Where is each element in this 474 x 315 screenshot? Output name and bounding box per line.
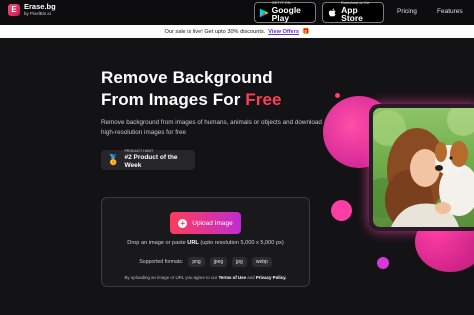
- brand-logo-link[interactable]: E Erase.bg by PixelBin.io: [8, 3, 56, 16]
- supported-formats: Supported formats: png jpeg jpg webp: [101, 257, 310, 267]
- hero-title-line1: Remove Background: [101, 68, 273, 87]
- brand-name: Erase.bg: [24, 2, 56, 11]
- terms-of-use-link[interactable]: Terms of Use: [219, 275, 247, 280]
- hero-description: Remove background from images of humans,…: [101, 119, 322, 136]
- decor-dot-small: [335, 93, 340, 98]
- hero-image-frame: [369, 104, 474, 231]
- apple-icon: [328, 7, 336, 16]
- app-store-button[interactable]: Download on the App Store: [322, 1, 384, 24]
- drop-prefix: Drop an image or paste: [127, 240, 188, 246]
- nav-pricing-link[interactable]: Pricing: [397, 8, 417, 15]
- upload-image-label: Upload Image: [192, 219, 233, 227]
- gift-icon: 🎁: [301, 29, 310, 35]
- google-play-button[interactable]: GET IT ON Google Play: [254, 1, 316, 24]
- brand-by: by PixelBin.io: [24, 10, 52, 16]
- decor-circle-purple: [377, 257, 389, 269]
- google-play-label: Google Play: [271, 4, 301, 24]
- nav-features-link[interactable]: Features: [437, 8, 463, 15]
- promo-text: Our sale is live! Get upto 30% discounts…: [164, 28, 266, 35]
- view-offers-link[interactable]: View Offers: [268, 29, 299, 35]
- format-badge-png: png: [188, 257, 205, 267]
- product-hunt-badge[interactable]: 🏅 PRODUCT HUNT #2 Product of the Week: [101, 150, 195, 170]
- top-nav: E Erase.bg by PixelBin.io GET IT ON Goog…: [0, 0, 474, 25]
- paste-url-link[interactable]: URL: [187, 240, 199, 246]
- award-title: #2 Product of the Week: [124, 154, 178, 169]
- format-badge-jpg: jpg: [232, 257, 247, 267]
- google-play-icon: [259, 8, 269, 17]
- plus-icon: +: [178, 218, 188, 228]
- hero-title: Remove Background From Images For Free: [101, 67, 282, 111]
- woman-with-dog-illustration: [373, 108, 474, 227]
- terms-mid: and: [246, 275, 256, 280]
- terms-prefix: By uploading an image or URL you agree t…: [124, 275, 219, 280]
- format-badge-webp: webp: [251, 257, 272, 267]
- medal-icon: 🏅: [107, 154, 120, 166]
- upload-image-button[interactable]: + Upload Image: [170, 212, 241, 234]
- privacy-policy-link[interactable]: Privacy Policy.: [256, 275, 287, 280]
- hero-title-line2: From Images For: [101, 90, 246, 109]
- formats-label: Supported formats:: [139, 259, 184, 265]
- hero-title-free: Free: [245, 90, 282, 109]
- terms-notice: By uploading an image or URL you agree t…: [101, 275, 310, 280]
- format-badge-jpeg: jpeg: [209, 257, 228, 267]
- drop-instructions: Drop an image or paste URL (upto resolut…: [101, 240, 310, 246]
- app-store-label: App Store: [341, 4, 363, 24]
- drop-suffix: (upto resolution 5,000 x 5,000 px): [198, 240, 284, 246]
- woman-with-dog-image: [373, 108, 474, 227]
- erase-bg-logo-icon: E: [8, 3, 20, 16]
- decor-circle-pink: [331, 200, 352, 221]
- promo-bar: Our sale is live! Get upto 30% discounts…: [0, 25, 474, 38]
